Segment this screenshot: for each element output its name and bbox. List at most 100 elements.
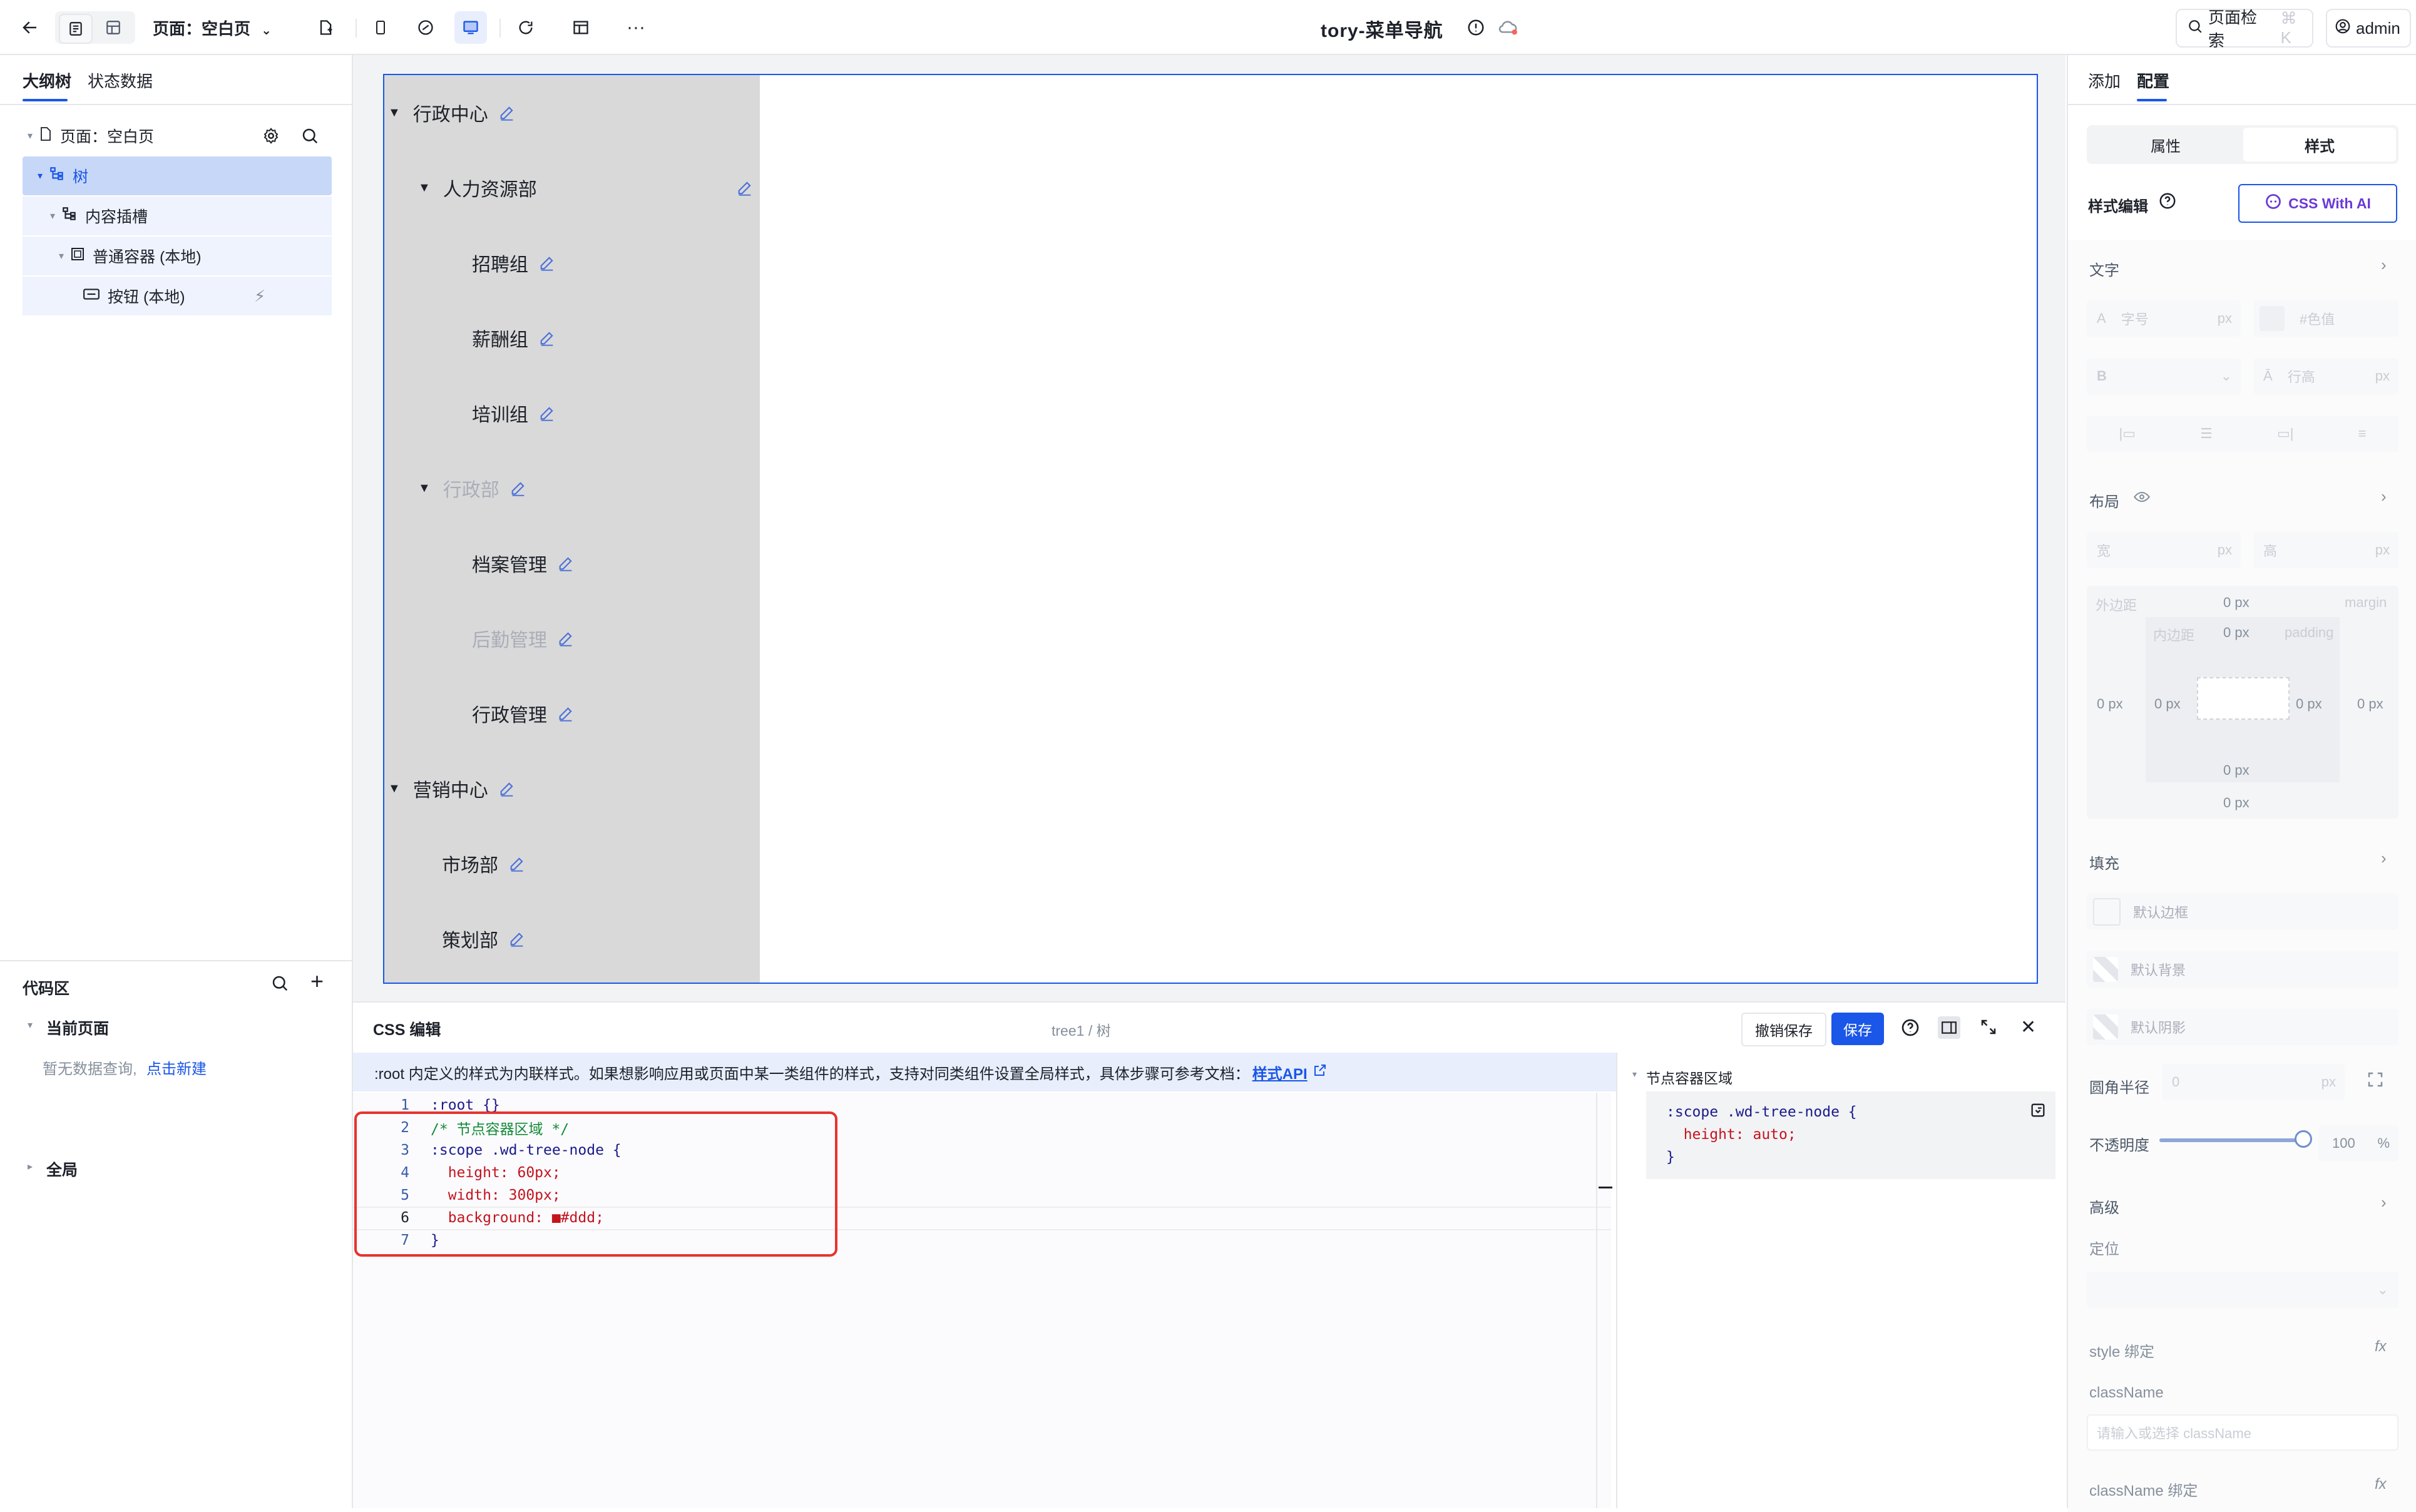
padding-top-value[interactable]: 0 px (2223, 625, 2250, 641)
edit-pencil-icon[interactable] (509, 479, 527, 497)
revert-save-button[interactable]: 撤销保存 (1741, 1013, 1826, 1046)
desktop-device-icon[interactable] (454, 11, 487, 44)
outline-item-container[interactable]: ▾ 普通容器 (本地) (23, 237, 332, 275)
edit-pencil-icon[interactable] (538, 404, 556, 422)
outline-item-page[interactable]: ▾ 页面：空白页 (23, 116, 332, 155)
search-icon[interactable] (300, 126, 319, 150)
layout-grid-icon[interactable] (565, 11, 597, 44)
edit-pencil-icon[interactable] (508, 855, 526, 872)
edit-pencil-icon[interactable] (557, 554, 575, 572)
tree-node[interactable]: 市场部 (442, 845, 526, 882)
layout-template-icon[interactable] (98, 14, 129, 41)
tree-node[interactable]: 档案管理 (472, 544, 575, 582)
page-frame[interactable]: ▼ 行政中心 ▼ 人力资源部 招聘组 薪酬组 培训组 ▼ 行政部 档案管理 后勤… (383, 74, 2038, 984)
tree-node[interactable]: 薪酬组 (472, 319, 556, 357)
help-icon[interactable] (1900, 1018, 1920, 1041)
edit-pencil-icon[interactable] (557, 630, 575, 647)
position-select[interactable]: ⌄ (2087, 1272, 2398, 1308)
font-size-input[interactable]: A 字号 px (2087, 300, 2241, 337)
color-input[interactable]: #色值 (2253, 300, 2398, 337)
css-with-ai-button[interactable]: CSS With AI (2238, 184, 2397, 223)
eye-icon[interactable] (2133, 489, 2151, 508)
page-search-button[interactable]: 页面检索 ⌘ K (2176, 8, 2313, 50)
tree-node[interactable]: ▼ 行政中心 (388, 94, 516, 131)
mobile-device-icon[interactable] (364, 11, 397, 44)
edit-pencil-icon[interactable] (498, 104, 516, 121)
align-justify-icon[interactable]: ≡ (2358, 426, 2367, 442)
classname-input[interactable]: 请输入或选择 className (2087, 1414, 2398, 1451)
padding-left-value[interactable]: 0 px (2154, 696, 2181, 712)
padding-box[interactable]: 内边距 padding 0 px 0 px 0 px 0 px (2146, 617, 2340, 782)
back-arrow-icon[interactable] (14, 11, 46, 44)
margin-right-value[interactable]: 0 px (2357, 696, 2383, 712)
shadow-setting[interactable]: 默认阴影 (2087, 1009, 2398, 1045)
tab-config[interactable]: 配置 (2137, 69, 2169, 92)
height-input[interactable]: 高 px (2253, 532, 2398, 568)
tab-outline-tree[interactable]: 大纲树 (23, 69, 71, 92)
margin-box[interactable]: 外边距 margin 0 px 0 px 0 px 0 px 内边距 paddi… (2087, 586, 2398, 819)
opacity-input[interactable]: 100 % (2318, 1125, 2398, 1162)
help-icon[interactable] (2158, 192, 2177, 213)
tab-style[interactable]: 样式 (2243, 128, 2396, 161)
search-icon[interactable] (270, 974, 289, 996)
edit-pencil-icon[interactable] (538, 254, 556, 272)
tree-node-disabled[interactable]: 后勤管理 (472, 620, 575, 657)
align-center-icon[interactable]: ☰ (2200, 426, 2213, 442)
align-left-icon[interactable]: |▭ (2119, 426, 2136, 442)
function-fx-icon[interactable]: fx (2375, 1476, 2387, 1493)
tree-node[interactable]: 行政管理 (472, 695, 575, 732)
current-page-group[interactable]: 当前页面 (46, 1016, 109, 1039)
editor-scrollbar-track[interactable] (1596, 1093, 1597, 1508)
edit-pencil-icon[interactable] (736, 179, 754, 197)
more-icon[interactable]: ··· (620, 11, 652, 44)
refresh-icon[interactable] (509, 11, 542, 44)
opacity-slider-track[interactable] (2159, 1138, 2303, 1142)
close-icon[interactable]: ✕ (2020, 1016, 2036, 1038)
tree-node[interactable]: 培训组 (472, 394, 556, 432)
tree-node[interactable]: 招聘组 (472, 244, 556, 282)
outline-item-tree[interactable]: ▾ 树 (23, 156, 332, 195)
function-fx-icon[interactable]: fx (2375, 1338, 2387, 1356)
chevron-right-icon[interactable]: › (2381, 849, 2387, 868)
edit-pencil-icon[interactable] (538, 329, 556, 347)
align-right-icon[interactable]: ▭| (2277, 426, 2294, 442)
edit-pencil-icon[interactable] (557, 705, 575, 722)
tab-add[interactable]: 添加 (2088, 69, 2121, 92)
padding-bottom-value[interactable]: 0 px (2223, 762, 2250, 779)
radius-input[interactable]: 0 px (2162, 1064, 2345, 1100)
toggle-side-panel-icon[interactable] (1938, 1016, 1960, 1039)
padding-right-value[interactable]: 0 px (2296, 696, 2322, 712)
add-page-icon[interactable] (309, 11, 342, 44)
chevron-right-icon[interactable]: › (2381, 255, 2387, 275)
tree-node[interactable]: ▼ 营销中心 (388, 770, 516, 807)
edit-pencil-icon[interactable] (508, 930, 526, 948)
opacity-slider-handle[interactable] (2295, 1130, 2312, 1148)
page-selector[interactable]: 页面：空白页 ⌄ (153, 16, 272, 39)
expand-icon[interactable] (1979, 1018, 1998, 1040)
font-weight-select[interactable]: B ⌄ (2087, 358, 2241, 394)
tab-properties[interactable]: 属性 (2089, 128, 2242, 161)
radius-expand-icon[interactable] (2366, 1070, 2385, 1092)
style-api-link[interactable]: 样式API (1252, 1061, 1308, 1083)
tree-node-disabled[interactable]: ▼ 行政部 (418, 469, 527, 507)
adaptive-device-icon[interactable] (409, 11, 442, 44)
add-plus-icon[interactable]: + (310, 970, 324, 993)
save-button[interactable]: 保存 (1831, 1013, 1884, 1045)
tree-node[interactable]: 策划部 (442, 920, 526, 958)
global-group[interactable]: 全局 (46, 1158, 78, 1180)
width-input[interactable]: 宽 px (2087, 532, 2241, 568)
chevron-right-icon[interactable]: › (2381, 1193, 2387, 1212)
info-icon[interactable] (1460, 11, 1492, 44)
tab-state-data[interactable]: 状态数据 (88, 69, 153, 92)
chevron-right-icon[interactable]: › (2381, 487, 2387, 506)
settings-gear-icon[interactable] (262, 126, 280, 150)
cloud-sync-icon[interactable] (1492, 11, 1525, 44)
tree-component[interactable]: ▼ 行政中心 ▼ 人力资源部 招聘组 薪酬组 培训组 ▼ 行政部 档案管理 后勤… (384, 75, 760, 983)
tree-node[interactable]: ▼ 人力资源部 (418, 169, 756, 207)
external-link-icon[interactable] (1313, 1063, 1328, 1082)
copy-insert-icon[interactable] (2029, 1101, 2047, 1123)
outline-item-button[interactable]: 按钮 (本地) ⚡ (23, 277, 332, 315)
outline-item-content-slot[interactable]: ▾ 内容插槽 (23, 197, 332, 235)
background-setting[interactable]: 默认背景 (2087, 951, 2398, 988)
create-query-link[interactable]: 点击新建 (146, 1056, 207, 1078)
